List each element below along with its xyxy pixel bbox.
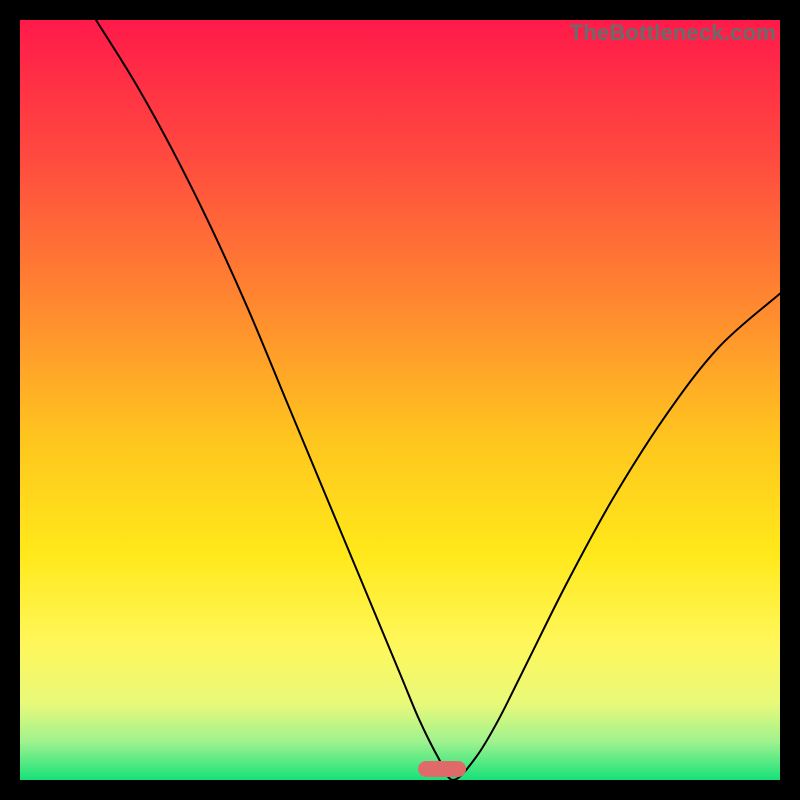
chart-frame: TheBottleneck.com	[0, 0, 800, 800]
watermark-text: TheBottleneck.com	[570, 20, 776, 46]
bottleneck-curve	[20, 20, 780, 780]
plot-area: TheBottleneck.com	[20, 20, 780, 780]
bottleneck-marker	[418, 761, 466, 777]
